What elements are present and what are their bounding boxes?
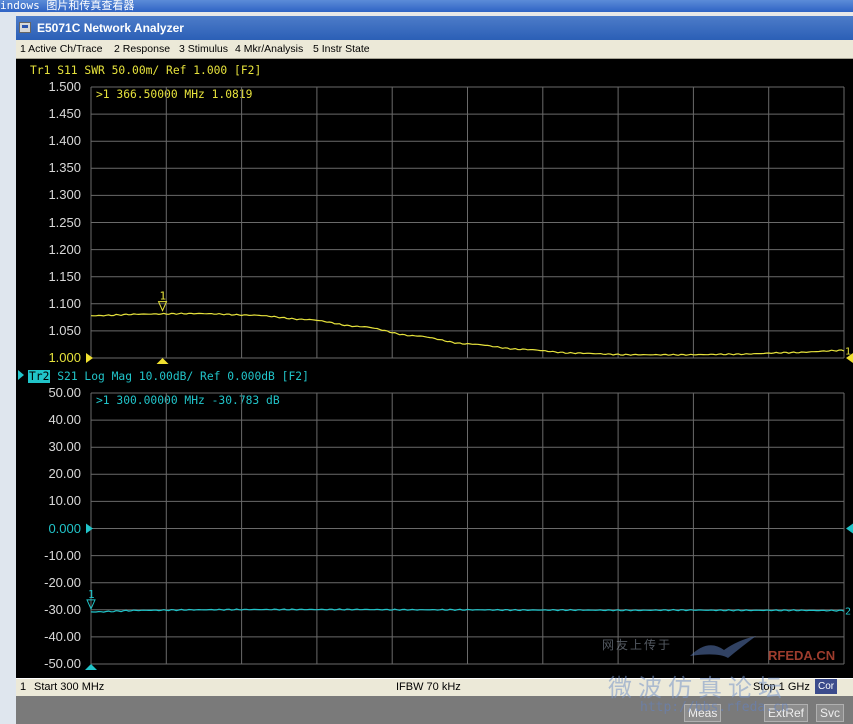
- trace1-marker-triangle: [157, 301, 168, 312]
- plot-area[interactable]: 1 1 1 2: [16, 16, 853, 678]
- trace1-stimulus-marker-arrow: [156, 358, 169, 364]
- trace2-end-label: 2: [845, 607, 851, 618]
- left-margin: [0, 12, 16, 724]
- watermark: 网友上传于 RFEDA.CN 微波仿真论坛 http://bbs.rfeda.c…: [588, 630, 850, 724]
- watermark-brand: RFEDA.CN: [768, 648, 836, 663]
- status-start[interactable]: Start 300 MHz: [34, 679, 104, 696]
- trace2-marker-label: 1: [88, 588, 95, 601]
- trace1-ref-arrow-left: [86, 353, 93, 363]
- watermark-url: http://bbs.rfeda.cn: [640, 700, 789, 715]
- status-ifbw[interactable]: IFBW 70 kHz: [396, 679, 461, 696]
- trace1-marker-label: 1: [160, 290, 167, 303]
- outer-window-title: indows 图片和传真查看器: [0, 0, 853, 12]
- status-channel: 1: [20, 681, 27, 693]
- watermark-big-text: 微波仿真论坛: [608, 674, 788, 702]
- trace2-ref-arrow-left: [86, 523, 93, 534]
- trace2-stimulus-marker-arrow: [85, 664, 97, 670]
- watermark-small-text: 网友上传于: [602, 638, 673, 652]
- trace1-end-label: 1: [845, 346, 851, 357]
- active-trace-arrow-icon: [18, 370, 24, 380]
- trace2-ref-arrow-right: [846, 523, 853, 534]
- bird-logo-icon: [690, 636, 756, 658]
- network-analyzer-window: E5071C Network Analyzer 1 Active Ch/Trac…: [16, 16, 853, 724]
